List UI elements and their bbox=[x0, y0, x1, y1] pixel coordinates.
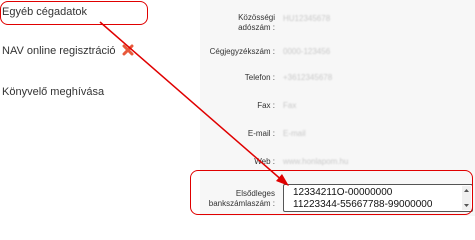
email-field[interactable]: E-mail bbox=[283, 129, 306, 138]
web-field[interactable]: www.honlapom.hu bbox=[283, 157, 348, 166]
email-label: E-mail : bbox=[247, 129, 275, 138]
phone-field[interactable]: +3612345678 bbox=[283, 73, 332, 82]
sidebar-item-label: Könyvelő meghívása bbox=[2, 86, 105, 98]
sidebar-item-label: NAV online regisztráció bbox=[2, 45, 116, 57]
community-tax-number-field[interactable]: HU12345678 bbox=[283, 14, 330, 23]
label-line: adószám : bbox=[238, 23, 275, 32]
sidebar-item-invite-accountant[interactable]: Könyvelő meghívása bbox=[2, 86, 104, 98]
error-x-icon bbox=[122, 44, 134, 56]
community-tax-number-label: Közösségi adószám : bbox=[185, 13, 275, 33]
sidebar: Egyéb cégadatok NAV online regisztráció … bbox=[0, 0, 200, 216]
company-registration-number-label: Cégjegyzékszám : bbox=[209, 47, 275, 56]
fax-field[interactable]: Fax bbox=[283, 101, 296, 110]
label-line: Közösségi bbox=[238, 13, 275, 22]
company-registration-number-field[interactable]: 0000-123456 bbox=[283, 47, 330, 56]
highlight-box-bank-account bbox=[190, 170, 473, 215]
fax-label: Fax : bbox=[257, 101, 275, 110]
highlight-box-sidebar bbox=[0, 1, 148, 25]
web-label: Web : bbox=[254, 157, 275, 166]
phone-label: Telefon : bbox=[244, 73, 275, 82]
sidebar-item-nav-online-registration[interactable]: NAV online regisztráció bbox=[2, 44, 134, 57]
